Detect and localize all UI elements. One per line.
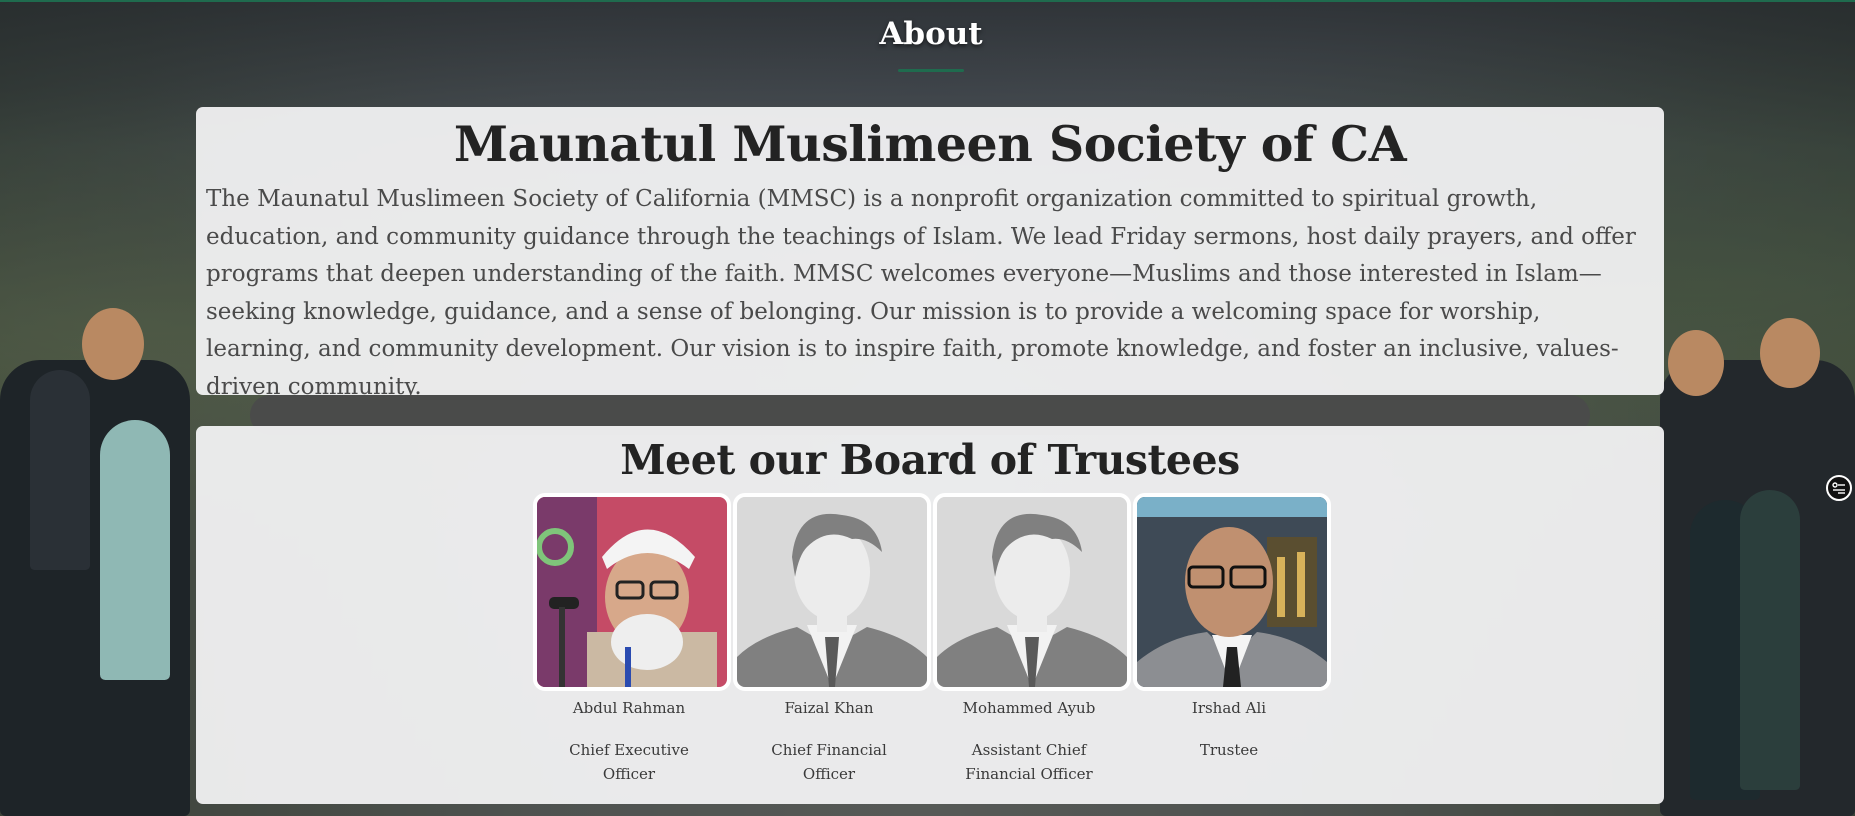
settings-sliders-icon[interactable] xyxy=(1826,475,1852,501)
placeholder-avatar-icon xyxy=(933,493,1131,691)
trustee-name: Mohammed Ayub xyxy=(962,699,1096,717)
trustee-name: Abdul Rahman xyxy=(572,699,686,717)
trustee-photo xyxy=(1133,493,1331,691)
board-heading: Meet our Board of Trustees xyxy=(620,436,1240,484)
org-name-heading: Maunatul Muslimeen Society of CA xyxy=(453,115,1407,173)
trustee-name: Irshad Ali xyxy=(1191,699,1267,717)
board-card: Meet our Board of Trustees Abdul Rahman … xyxy=(196,426,1664,804)
about-card: Maunatul Muslimeen Society of CA The Mau… xyxy=(196,107,1664,400)
trustee-role: Chief Financial Officer xyxy=(771,741,887,783)
trustee-photo xyxy=(533,493,731,691)
trustee-role: Chief Executive Officer xyxy=(569,741,689,783)
trustee-name: Faizal Khan xyxy=(784,699,874,717)
trustee-role: Assistant Chief Financial Officer xyxy=(965,741,1093,783)
top-accent-line xyxy=(0,0,1855,2)
placeholder-avatar-icon xyxy=(733,493,931,691)
title-underline xyxy=(898,69,964,72)
section-title: About xyxy=(879,16,983,52)
trustee-list: Abdul Rahman Chief Executive Officer Fai… xyxy=(531,493,1331,803)
trustee-role: Trustee xyxy=(1199,741,1259,759)
org-description: The Maunatul Muslimeen Society of Califo… xyxy=(206,186,1636,400)
